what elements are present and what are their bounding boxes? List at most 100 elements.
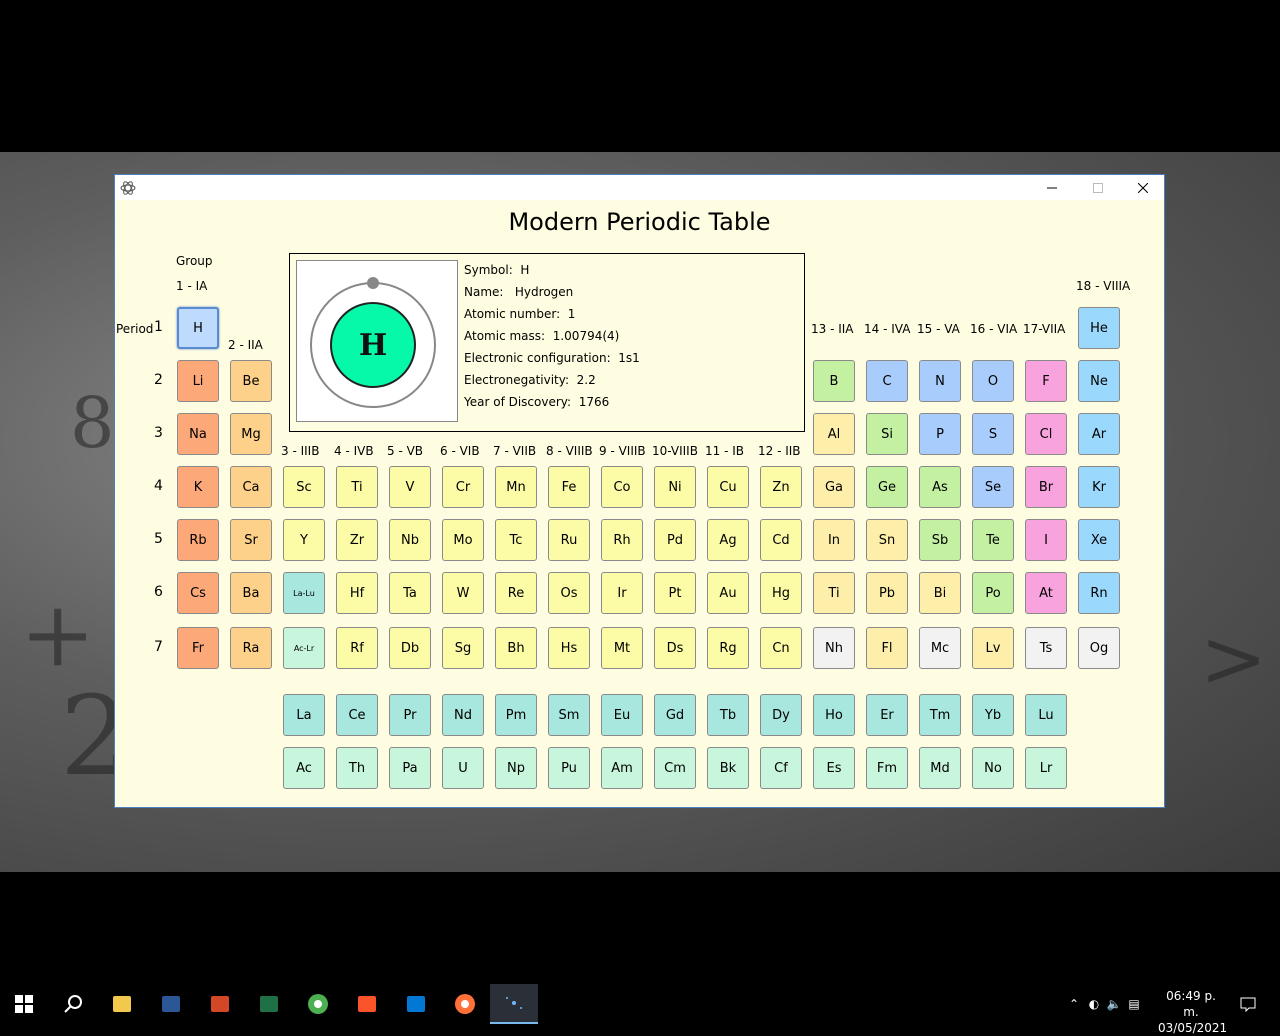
periodic-table-app-icon[interactable]: [490, 984, 538, 1024]
element-as[interactable]: As: [919, 466, 961, 508]
element-ca[interactable]: Ca: [230, 466, 272, 508]
element-ce[interactable]: Ce: [336, 694, 378, 736]
element-ne[interactable]: Ne: [1078, 360, 1120, 402]
element-la[interactable]: La: [283, 694, 325, 736]
element-es[interactable]: Es: [813, 747, 855, 789]
element-he[interactable]: He: [1078, 307, 1120, 349]
element-mt[interactable]: Mt: [601, 627, 643, 669]
element-am[interactable]: Am: [601, 747, 643, 789]
element-tb[interactable]: Tb: [707, 694, 749, 736]
element-be[interactable]: Be: [230, 360, 272, 402]
element-ir[interactable]: Ir: [601, 572, 643, 614]
element-ru[interactable]: Ru: [548, 519, 590, 561]
element-ar[interactable]: Ar: [1078, 413, 1120, 455]
element-hf[interactable]: Hf: [336, 572, 378, 614]
element-rb[interactable]: Rb: [177, 519, 219, 561]
element-w[interactable]: W: [442, 572, 484, 614]
element-cu[interactable]: Cu: [707, 466, 749, 508]
element-n[interactable]: N: [919, 360, 961, 402]
element-ac[interactable]: Ac: [283, 747, 325, 789]
element-sg[interactable]: Sg: [442, 627, 484, 669]
element-pb[interactable]: Pb: [866, 572, 908, 614]
element-th[interactable]: Th: [336, 747, 378, 789]
vscode-icon[interactable]: [392, 984, 440, 1024]
element-cd[interactable]: Cd: [760, 519, 802, 561]
element-mo[interactable]: Mo: [442, 519, 484, 561]
element-sr[interactable]: Sr: [230, 519, 272, 561]
search-icon[interactable]: [49, 984, 97, 1024]
element-rf[interactable]: Rf: [336, 627, 378, 669]
element-at[interactable]: At: [1025, 572, 1067, 614]
element-no[interactable]: No: [972, 747, 1014, 789]
element-sb[interactable]: Sb: [919, 519, 961, 561]
chrome-icon[interactable]: [294, 984, 342, 1024]
element-cn[interactable]: Cn: [760, 627, 802, 669]
element-ba[interactable]: Ba: [230, 572, 272, 614]
element-pt[interactable]: Pt: [654, 572, 696, 614]
element-s[interactable]: S: [972, 413, 1014, 455]
element-rh[interactable]: Rh: [601, 519, 643, 561]
element-o[interactable]: O: [972, 360, 1014, 402]
element-ts[interactable]: Ts: [1025, 627, 1067, 669]
file-explorer-icon[interactable]: [98, 984, 146, 1024]
element-al[interactable]: Al: [813, 413, 855, 455]
start-icon[interactable]: [0, 984, 48, 1024]
element-yb[interactable]: Yb: [972, 694, 1014, 736]
element-p[interactable]: P: [919, 413, 961, 455]
element-mc[interactable]: Mc: [919, 627, 961, 669]
element-tc[interactable]: Tc: [495, 519, 537, 561]
element-cf[interactable]: Cf: [760, 747, 802, 789]
element-sn[interactable]: Sn: [866, 519, 908, 561]
element-au[interactable]: Au: [707, 572, 749, 614]
element-f[interactable]: F: [1025, 360, 1067, 402]
element-sm[interactable]: Sm: [548, 694, 590, 736]
element-mg[interactable]: Mg: [230, 413, 272, 455]
chevron-up-icon[interactable]: ⌃: [1064, 997, 1084, 1011]
element-pr[interactable]: Pr: [389, 694, 431, 736]
element-db[interactable]: Db: [389, 627, 431, 669]
element-bi[interactable]: Bi: [919, 572, 961, 614]
element-hs[interactable]: Hs: [548, 627, 590, 669]
element-re[interactable]: Re: [495, 572, 537, 614]
minimize-button[interactable]: [1029, 175, 1075, 200]
element-se[interactable]: Se: [972, 466, 1014, 508]
excel-icon[interactable]: [245, 984, 293, 1024]
element-co[interactable]: Co: [601, 466, 643, 508]
element-ac-lr[interactable]: Ac-Lr: [283, 627, 325, 669]
close-button[interactable]: [1120, 175, 1166, 200]
element-pm[interactable]: Pm: [495, 694, 537, 736]
element-rg[interactable]: Rg: [707, 627, 749, 669]
element-y[interactable]: Y: [283, 519, 325, 561]
brave-icon[interactable]: [343, 984, 391, 1024]
element-np[interactable]: Np: [495, 747, 537, 789]
firefox-icon[interactable]: [441, 984, 489, 1024]
element-ti[interactable]: Ti: [813, 572, 855, 614]
element-br[interactable]: Br: [1025, 466, 1067, 508]
element-lu[interactable]: Lu: [1025, 694, 1067, 736]
notifications-icon[interactable]: [1238, 984, 1258, 1024]
element-cr[interactable]: Cr: [442, 466, 484, 508]
element-ta[interactable]: Ta: [389, 572, 431, 614]
element-md[interactable]: Md: [919, 747, 961, 789]
element-c[interactable]: C: [866, 360, 908, 402]
element-in[interactable]: In: [813, 519, 855, 561]
element-b[interactable]: B: [813, 360, 855, 402]
volume-icon[interactable]: 🔈: [1104, 997, 1124, 1011]
element-la-lu[interactable]: La-Lu: [283, 572, 325, 614]
element-ga[interactable]: Ga: [813, 466, 855, 508]
element-h[interactable]: H: [177, 307, 219, 349]
element-zr[interactable]: Zr: [336, 519, 378, 561]
element-xe[interactable]: Xe: [1078, 519, 1120, 561]
element-po[interactable]: Po: [972, 572, 1014, 614]
element-hg[interactable]: Hg: [760, 572, 802, 614]
element-zn[interactable]: Zn: [760, 466, 802, 508]
element-ho[interactable]: Ho: [813, 694, 855, 736]
element-og[interactable]: Og: [1078, 627, 1120, 669]
element-os[interactable]: Os: [548, 572, 590, 614]
element-mn[interactable]: Mn: [495, 466, 537, 508]
element-si[interactable]: Si: [866, 413, 908, 455]
element-pa[interactable]: Pa: [389, 747, 431, 789]
element-ra[interactable]: Ra: [230, 627, 272, 669]
element-gd[interactable]: Gd: [654, 694, 696, 736]
maximize-button[interactable]: [1075, 175, 1121, 200]
